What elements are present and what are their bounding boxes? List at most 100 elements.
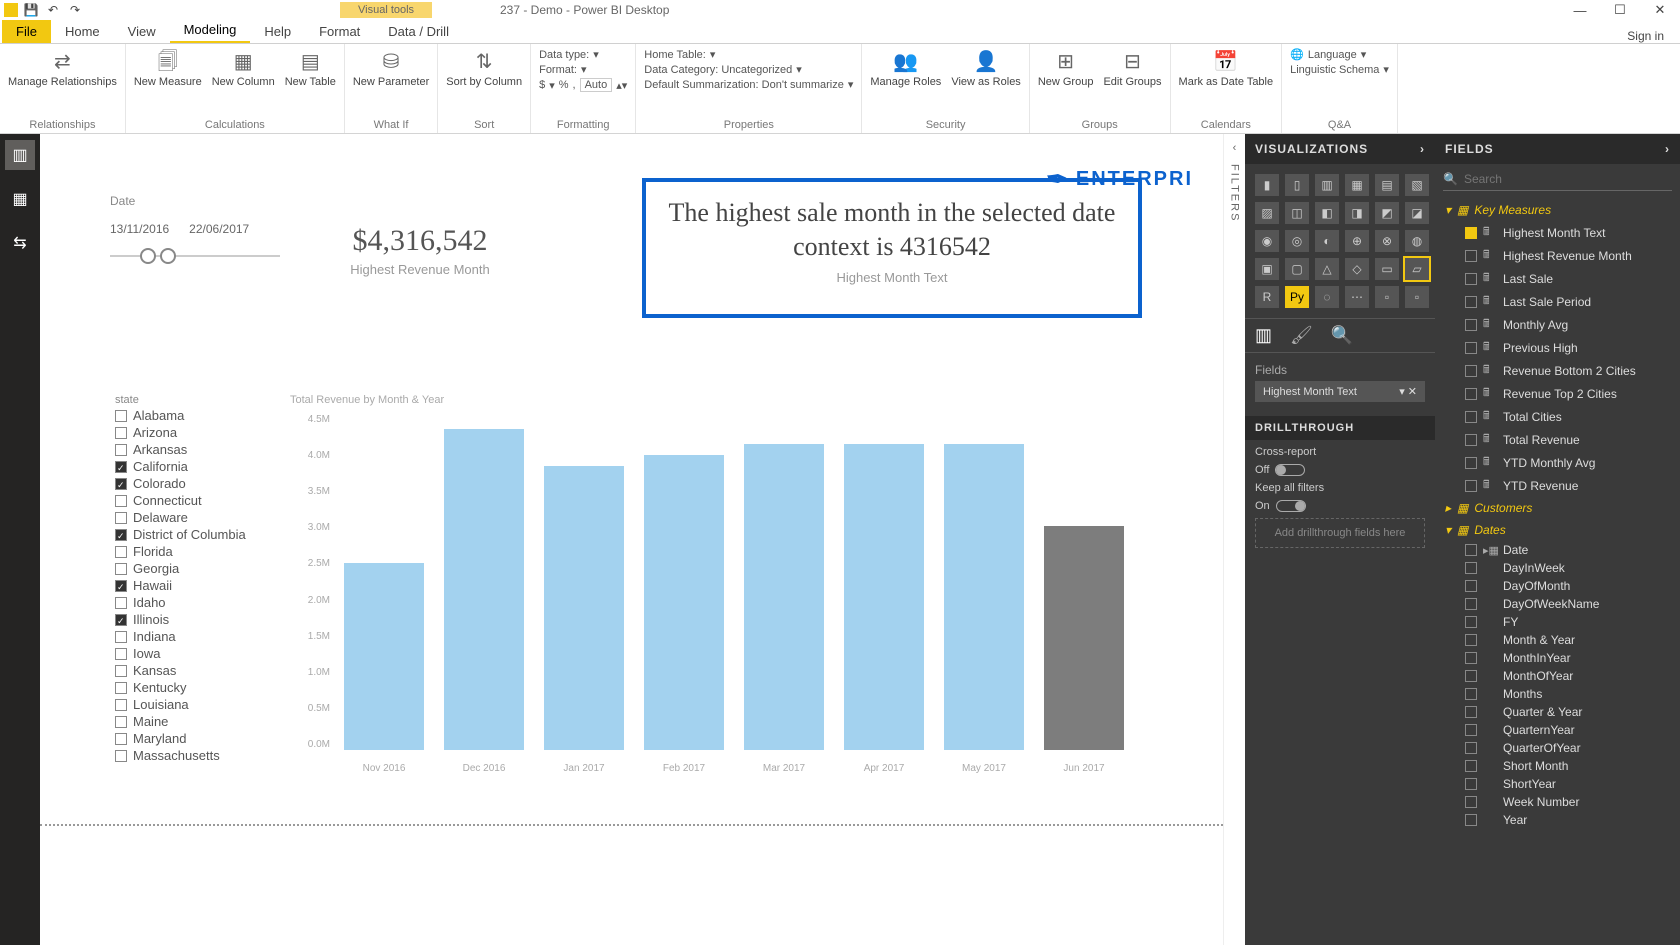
field-checkbox[interactable] [1465,227,1477,239]
field-item[interactable]: DayOfMonth [1439,577,1676,595]
viz-type-icon[interactable]: ▫ [1375,286,1399,308]
field-item[interactable]: ShortYear [1439,775,1676,793]
format-dropdown[interactable]: ▾ [581,63,587,76]
save-icon[interactable]: 💾 [22,1,40,19]
viz-type-icon[interactable]: ⊗ [1375,230,1399,252]
state-checkbox-item[interactable]: Connecticut [115,493,275,508]
checkbox-icon[interactable] [115,495,127,507]
field-checkbox[interactable] [1465,706,1477,718]
checkbox-icon[interactable] [115,529,127,541]
expand-icon[interactable]: › [1420,142,1425,156]
cross-report-toggle[interactable] [1275,464,1305,476]
field-checkbox[interactable] [1465,457,1477,469]
viz-type-icon[interactable]: ▤ [1375,174,1399,196]
checkbox-icon[interactable] [115,478,127,490]
state-checkbox-item[interactable]: Georgia [115,561,275,576]
viz-type-icon[interactable]: ▮ [1255,174,1279,196]
view-as-roles-button[interactable]: 👤View as Roles [951,48,1021,88]
field-item[interactable]: ▸▦Date [1439,541,1676,559]
new-group-button[interactable]: ⊞New Group [1038,48,1094,88]
field-item[interactable]: Week Number [1439,793,1676,811]
field-checkbox[interactable] [1465,480,1477,492]
viz-type-icon[interactable]: ▥ [1315,174,1339,196]
viz-type-icon[interactable]: ⋯ [1345,286,1369,308]
field-checkbox[interactable] [1465,434,1477,446]
analytics-mode-icon[interactable]: 🔍 [1331,325,1353,346]
checkbox-icon[interactable] [115,563,127,575]
field-checkbox[interactable] [1465,365,1477,377]
viz-type-icon[interactable]: ◩ [1375,202,1399,224]
viz-type-icon[interactable]: R [1255,286,1279,308]
date-slicer[interactable]: Date 13/11/2016 22/06/2017 [110,194,280,266]
table-node[interactable]: ▸ ▦ Customers [1439,497,1676,519]
state-slicer[interactable]: state AlabamaArizonaArkansasCaliforniaCo… [115,394,275,763]
state-checkbox-item[interactable]: Kansas [115,663,275,678]
viz-type-icon[interactable]: ◇ [1345,258,1369,280]
search-input[interactable] [1464,172,1672,186]
viz-type-icon[interactable]: ◫ [1285,202,1309,224]
field-checkbox[interactable] [1465,634,1477,646]
chart-bar[interactable] [544,466,624,750]
percent-button[interactable]: % [559,79,569,91]
chart-bar[interactable] [744,444,824,750]
checkbox-icon[interactable] [115,580,127,592]
table-node[interactable]: ▾ ▦ Dates [1439,519,1676,541]
state-checkbox-item[interactable]: California [115,459,275,474]
viz-type-icon[interactable]: ▢ [1285,258,1309,280]
state-checkbox-item[interactable]: Delaware [115,510,275,525]
viz-type-icon[interactable]: ▣ [1255,258,1279,280]
date-range-slider[interactable] [110,246,280,266]
decimal-spinner[interactable]: Auto [580,78,613,92]
signin-link[interactable]: Sign in [1627,29,1664,43]
viz-type-icon[interactable]: ◎ [1285,230,1309,252]
kpi-card[interactable]: $4,316,542 Highest Revenue Month [295,224,545,277]
checkbox-icon[interactable] [115,631,127,643]
viz-type-icon[interactable]: ⊕ [1345,230,1369,252]
fields-search[interactable]: 🔍 [1443,172,1672,191]
chart-bar[interactable] [444,429,524,750]
state-checkbox-item[interactable]: District of Columbia [115,527,275,542]
field-item[interactable]: MonthInYear [1439,649,1676,667]
field-item[interactable]: Short Month [1439,757,1676,775]
viz-type-icon[interactable]: ◪ [1405,202,1429,224]
new-parameter-button[interactable]: ⛁New Parameter [353,48,429,88]
slider-handle-left[interactable] [140,248,156,264]
field-item[interactable]: FY [1439,613,1676,631]
chart-bar[interactable] [844,444,924,750]
viz-type-icon[interactable]: ▱ [1405,258,1429,280]
field-item[interactable]: 🖩Revenue Bottom 2 Cities [1439,359,1676,382]
checkbox-icon[interactable] [115,546,127,558]
field-checkbox[interactable] [1465,544,1477,556]
field-checkbox[interactable] [1465,760,1477,772]
chart-bar[interactable] [1044,526,1124,750]
field-checkbox[interactable] [1465,778,1477,790]
state-checkbox-item[interactable]: Kentucky [115,680,275,695]
field-chip[interactable]: Highest Month Text▾ ✕ [1255,381,1425,402]
chart-bar[interactable] [344,563,424,750]
checkbox-icon[interactable] [115,410,127,422]
datatype-dropdown[interactable]: ▾ [593,48,599,61]
state-checkbox-item[interactable]: Maine [115,714,275,729]
field-item[interactable]: Month & Year [1439,631,1676,649]
field-item[interactable]: 🖩Total Cities [1439,405,1676,428]
state-checkbox-item[interactable]: Arkansas [115,442,275,457]
field-checkbox[interactable] [1465,796,1477,808]
minimize-button[interactable]: — [1560,0,1600,20]
viz-type-icon[interactable]: ◐ [1315,230,1339,252]
field-checkbox[interactable] [1465,598,1477,610]
field-item[interactable]: Quarter & Year [1439,703,1676,721]
redo-icon[interactable]: ↷ [66,1,84,19]
state-checkbox-item[interactable]: Colorado [115,476,275,491]
field-checkbox[interactable] [1465,411,1477,423]
field-checkbox[interactable] [1465,724,1477,736]
language-dropdown[interactable]: 🌐 Language ▾ [1290,48,1389,61]
field-checkbox[interactable] [1465,388,1477,400]
state-checkbox-item[interactable]: Indiana [115,629,275,644]
mark-date-table-button[interactable]: 📅Mark as Date Table [1179,48,1274,88]
maximize-button[interactable]: ☐ [1600,0,1640,20]
model-view-icon[interactable]: ⇆ [5,228,35,258]
field-item[interactable]: DayOfWeekName [1439,595,1676,613]
currency-button[interactable]: $ [539,79,545,91]
field-item[interactable]: 🖩Revenue Top 2 Cities [1439,382,1676,405]
undo-icon[interactable]: ↶ [44,1,62,19]
